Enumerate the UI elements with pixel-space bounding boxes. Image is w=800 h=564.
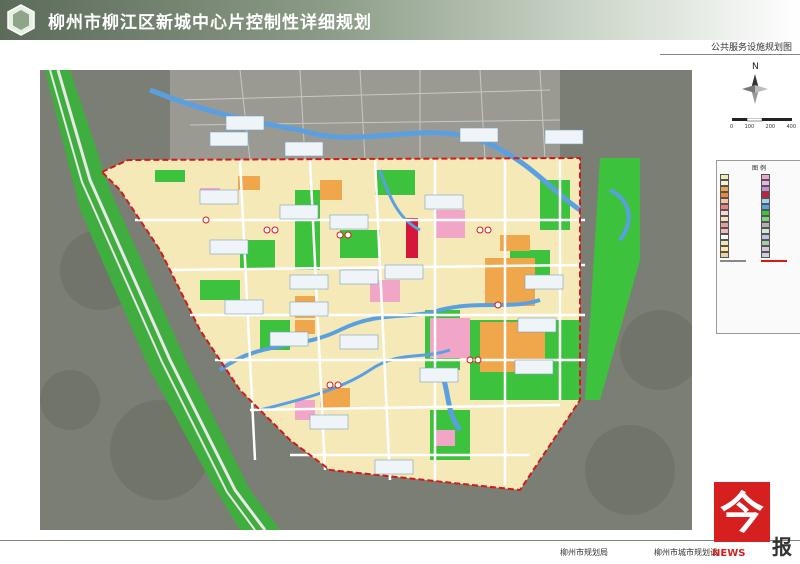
watermark-side-char: 报 [772,535,792,559]
legend-item [720,233,758,240]
legend-item [720,173,758,180]
footer-bureau: 柳州市规划局 [560,548,608,557]
legend-item [720,221,758,228]
north-arrow-icon [742,74,768,104]
plan-subtitle: 公共服务设施规划图 [710,43,792,53]
legend-item [760,215,799,222]
legend-item [720,258,758,263]
legend-item [760,203,799,210]
footer: 柳州市规划局 柳州市城市规划设 [0,540,800,564]
legend-item [760,258,799,263]
legend-item [760,191,799,198]
legend-item [720,203,758,210]
subtitle-bar: 公共服务设施规划图 [660,40,800,55]
legend-item [760,227,799,234]
planning-map[interactable] [40,70,692,530]
legend-item [760,239,799,246]
legend-item [760,245,799,252]
legend-item [720,215,758,222]
north-label: N [752,62,759,72]
scale-label-400: 400 [786,124,796,130]
watermark-main-char: 今 [720,488,764,539]
right-panel: N 0 100 200 400 图 例 [696,56,800,536]
legend-item [720,239,758,246]
scale-label-200: 200 [765,124,776,130]
legend-item [720,209,758,216]
news-watermark-logo: 今 NEWS 报 [712,482,792,559]
legend-item [720,251,758,258]
page-title: 柳州市柳江区新城中心片控制性详细规划 [48,13,372,33]
legend-item [720,185,758,192]
legend-item [720,227,758,234]
legend-item [720,245,758,252]
map-legend: 图 例 [716,160,800,334]
legend-item [760,197,799,204]
scale-label-100: 100 [744,124,755,130]
legend-title: 图 例 [752,165,766,172]
title-bar: 柳州市柳江区新城中心片控制性详细规划 [0,0,800,40]
legend-item [720,179,758,186]
legend-item [760,221,799,228]
legend-item [720,197,758,204]
scale-labels: 0 100 200 400 [730,124,796,130]
legend-item [760,251,799,258]
legend-item [760,233,799,240]
map-canvas [40,70,692,530]
legend-item [760,209,799,216]
legend-item [760,179,799,186]
legend-grid [717,172,800,265]
scale-label-0: 0 [730,124,734,130]
watermark-news-text: NEWS [712,548,745,559]
logo-icon [7,4,35,36]
legend-item [760,185,799,192]
legend-item [720,191,758,198]
legend-item [760,173,799,180]
